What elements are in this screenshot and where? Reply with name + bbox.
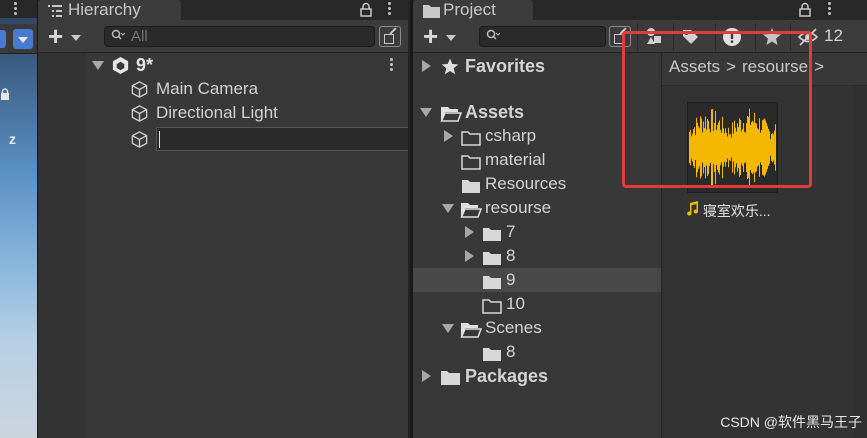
expand-arrow-icon[interactable] xyxy=(465,250,474,262)
unity-scene-icon xyxy=(111,56,129,75)
expand-arrow-icon[interactable] xyxy=(465,226,474,238)
tree-item-folder-10[interactable]: 10 xyxy=(463,292,659,316)
hierarchy-item[interactable]: Main Camera xyxy=(128,77,408,101)
tab-hierarchy-label: Hierarchy xyxy=(68,0,141,19)
hierarchy-search-field[interactable] xyxy=(131,28,320,45)
tree-item-resourse[interactable]: resourse xyxy=(441,196,659,220)
project-more-icon[interactable] xyxy=(828,1,832,17)
hierarchy-create-button[interactable]: + xyxy=(42,21,84,51)
gameobject-cube-icon xyxy=(130,104,148,122)
scene-name: 9* xyxy=(136,55,154,75)
text-caret xyxy=(159,131,160,148)
tab-hierarchy[interactable]: Hierarchy xyxy=(38,0,181,20)
tree-item-label: 8 xyxy=(506,342,516,361)
tab-project-label: Project xyxy=(443,0,496,19)
scene-view-strip[interactable]: z xyxy=(0,0,37,438)
chevron-down-icon xyxy=(446,35,456,41)
asset-name: 寝室欢乐... xyxy=(702,203,771,219)
tab-project[interactable]: Project xyxy=(413,0,533,20)
expand-arrow-icon[interactable] xyxy=(422,60,431,72)
tree-item-label: material xyxy=(485,150,546,169)
scene-more-icon[interactable] xyxy=(390,57,394,73)
tree-item-label: csharp xyxy=(485,126,537,145)
expand-arrow-icon[interactable] xyxy=(92,61,104,70)
tree-item-packages[interactable]: Packages xyxy=(419,364,659,388)
lock-icon xyxy=(0,88,10,100)
tree-item-label: Packages xyxy=(465,366,549,386)
hierarchy-search-input[interactable] xyxy=(104,26,375,47)
tree-item-label: resourse xyxy=(485,198,552,217)
scene-root-row[interactable]: 9* xyxy=(90,53,408,77)
tree-item-label: Scenes xyxy=(485,318,542,337)
gizmo-z-axis-label: z xyxy=(9,131,16,147)
asset-label[interactable]: 寝室欢乐... xyxy=(686,201,771,221)
tree-item-folder-7[interactable]: 7 xyxy=(463,220,659,244)
plus-icon: + xyxy=(48,21,64,51)
tree-item-label: 8 xyxy=(506,246,516,265)
expand-arrow-icon[interactable] xyxy=(420,108,432,117)
panel-divider[interactable] xyxy=(408,0,410,438)
hierarchy-item-label: Main Camera xyxy=(156,79,259,98)
search-icon xyxy=(486,29,501,44)
hierarchy-item[interactable]: Directional Light xyxy=(128,101,408,125)
project-tabbar: Project xyxy=(413,0,867,20)
gameobject-cube-icon xyxy=(130,130,148,148)
chevron-down-icon xyxy=(71,35,81,41)
scene-more-icon[interactable] xyxy=(14,1,18,17)
project-search-input[interactable] xyxy=(479,26,606,47)
grid-scrollbar[interactable] xyxy=(853,86,867,438)
expand-arrow-icon[interactable] xyxy=(422,370,431,382)
search-scope-icon[interactable] xyxy=(379,26,401,47)
tree-item-label: 7 xyxy=(506,222,516,241)
watermark: CSDN @软件黑马王子 xyxy=(720,414,862,430)
project-search-field[interactable] xyxy=(506,28,594,45)
hierarchy-more-icon[interactable] xyxy=(388,1,392,17)
annotation-highlight-box xyxy=(622,31,812,188)
scene-strip-tabbar xyxy=(0,0,37,18)
tree-item-label: 10 xyxy=(506,294,525,313)
hierarchy-toolbar: + xyxy=(38,20,410,53)
tree-item-scenes-8[interactable]: 8 xyxy=(463,340,659,364)
expand-arrow-icon[interactable] xyxy=(444,130,453,142)
search-icon xyxy=(111,29,126,44)
project-create-button[interactable]: + xyxy=(417,21,459,51)
rename-input[interactable] xyxy=(156,127,409,151)
hidden-count-label: 12 xyxy=(824,26,843,45)
chevron-right-icon: > xyxy=(814,57,825,76)
tree-item-folder-8[interactable]: 8 xyxy=(463,244,659,268)
expand-arrow-icon[interactable] xyxy=(442,204,454,213)
lock-icon[interactable] xyxy=(799,2,811,17)
tree-item-label: 9 xyxy=(506,270,516,289)
scene-tool-segment[interactable] xyxy=(0,30,6,48)
tree-item-folder-9[interactable]: 9 xyxy=(463,268,659,292)
hierarchy-item-label: Directional Light xyxy=(156,103,278,122)
tree-item-label: Assets xyxy=(465,102,525,122)
tree-item-label: Favorites xyxy=(465,56,546,76)
hierarchy-gutter xyxy=(38,53,86,438)
scene-tool-dropdown[interactable] xyxy=(0,24,37,54)
chevron-down-icon[interactable] xyxy=(13,29,33,49)
folder-filled-icon xyxy=(440,368,461,392)
tree-item-label: Resources xyxy=(485,174,567,193)
plus-icon: + xyxy=(423,21,439,51)
hierarchy-tabbar: Hierarchy xyxy=(38,0,410,20)
project-panel: Project + 12 Favorites Assets csharp mat… xyxy=(413,0,867,438)
gameobject-cube-icon xyxy=(130,80,148,98)
tree-item-scenes[interactable]: Scenes xyxy=(441,316,659,340)
music-note-icon xyxy=(686,201,703,219)
star-icon xyxy=(441,57,459,81)
expand-arrow-icon[interactable] xyxy=(442,324,454,333)
lock-icon[interactable] xyxy=(360,2,372,17)
hierarchy-panel: Hierarchy + 9* Main Camer xyxy=(38,0,410,438)
hierarchy-item-new xyxy=(128,127,152,151)
